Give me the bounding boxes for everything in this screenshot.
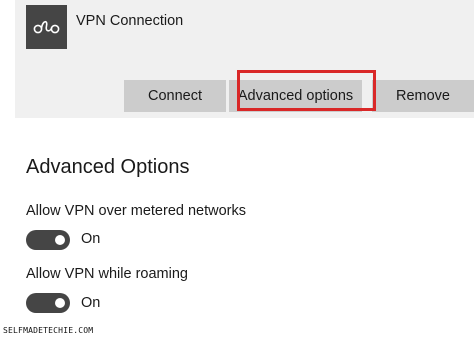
roaming-label: Allow VPN while roaming: [26, 266, 188, 282]
toggle-knob: [55, 235, 65, 245]
toggle-knob: [55, 298, 65, 308]
advanced-options-button[interactable]: Advanced options: [229, 80, 362, 112]
vpn-connection-card[interactable]: VPN Connection Connect Advanced options …: [15, 0, 474, 118]
vpn-connection-name: VPN Connection: [76, 13, 184, 29]
advanced-options-heading: Advanced Options: [26, 156, 190, 178]
connect-button[interactable]: Connect: [124, 80, 226, 112]
metered-networks-label: Allow VPN over metered networks: [26, 203, 246, 219]
watermark: SELFMADETECHIE.COM: [3, 326, 94, 335]
roaming-toggle-state: On: [81, 295, 101, 311]
remove-button[interactable]: Remove: [372, 80, 474, 112]
metered-networks-toggle-state: On: [81, 231, 101, 247]
roaming-toggle[interactable]: [26, 293, 70, 313]
vpn-link-icon: [26, 5, 67, 49]
metered-networks-toggle[interactable]: [26, 230, 70, 250]
